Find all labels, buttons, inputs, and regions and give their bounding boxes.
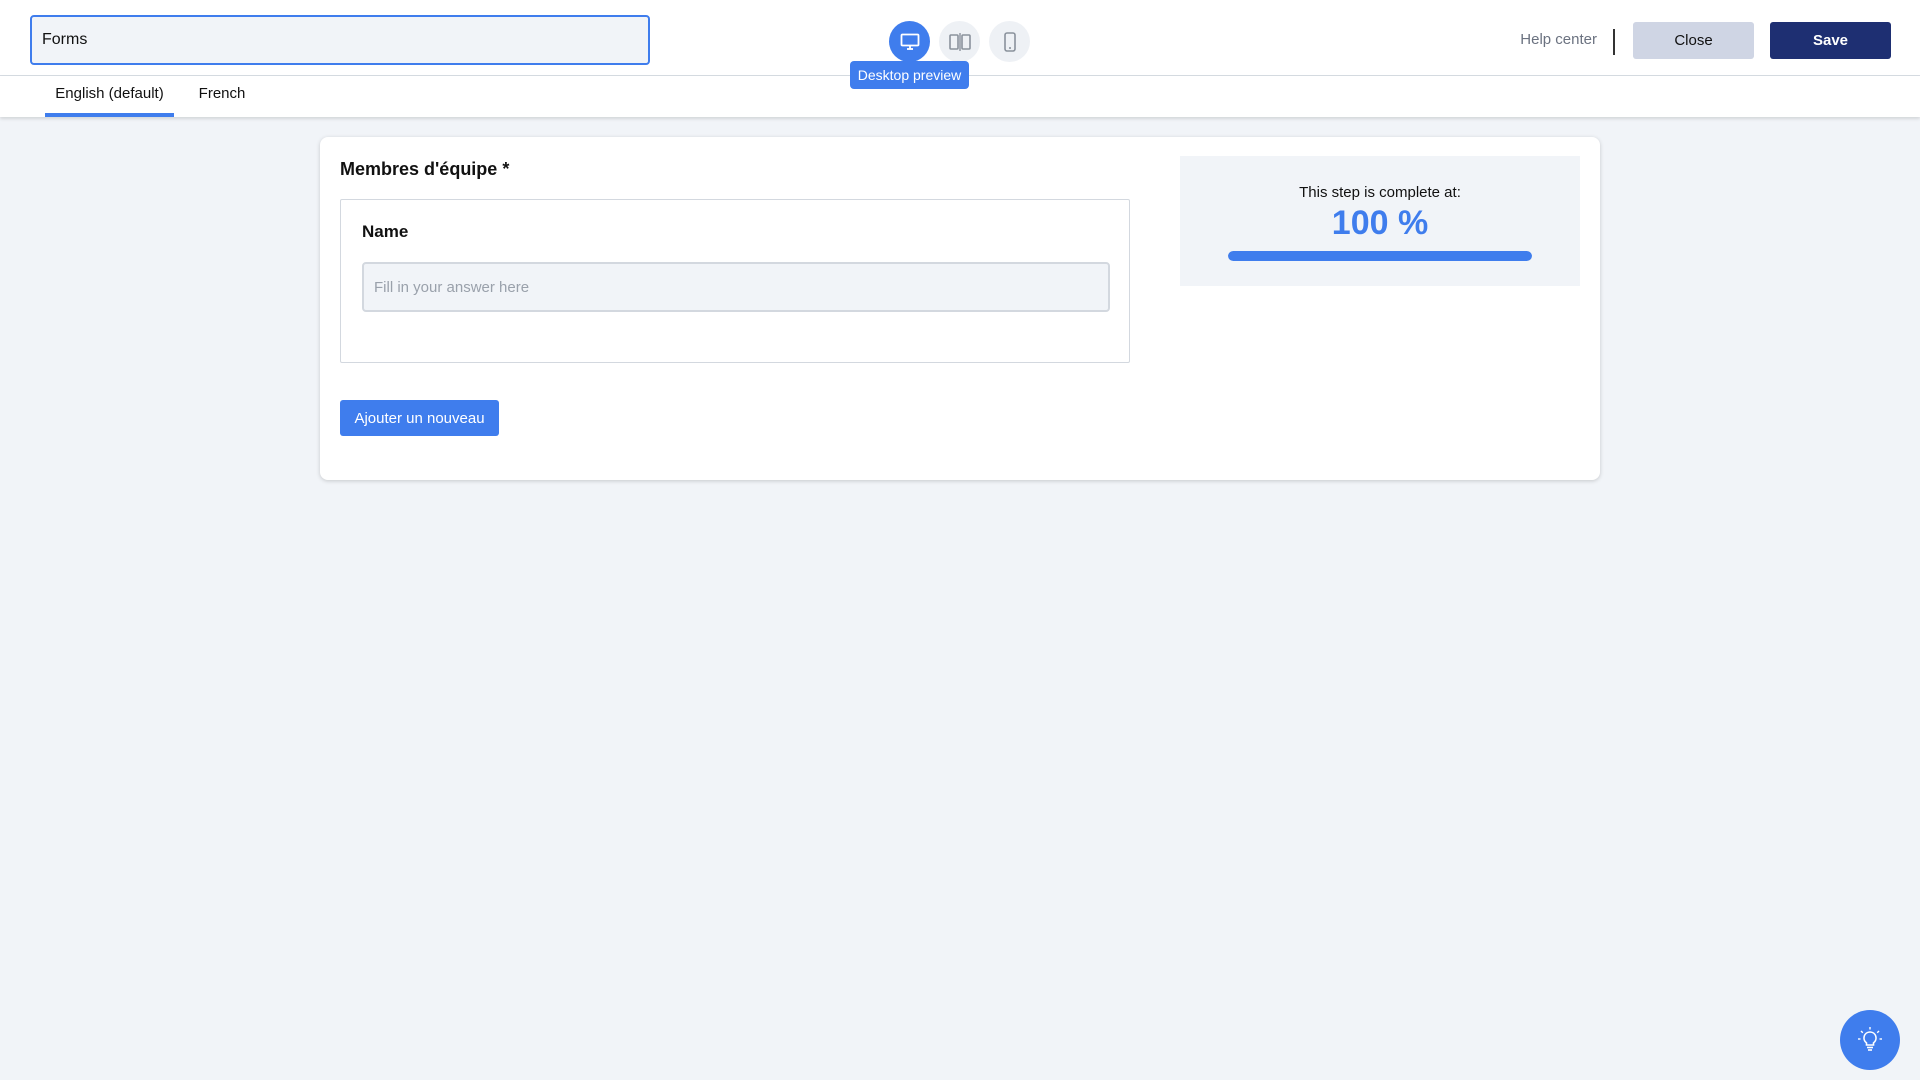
- tab-french[interactable]: French: [189, 76, 255, 117]
- name-field-group: Name: [340, 199, 1130, 363]
- progress-value: 100 %: [1331, 204, 1429, 242]
- split-view-icon: [948, 32, 971, 51]
- tab-english[interactable]: English (default): [45, 76, 174, 117]
- mobile-preview-button[interactable]: [989, 21, 1030, 62]
- form-title-input[interactable]: [30, 15, 650, 65]
- add-new-button[interactable]: Ajouter un nouveau: [340, 400, 499, 436]
- step-progress-panel: This step is complete at: 100 %: [1180, 156, 1580, 286]
- field-label: Name: [362, 222, 409, 241]
- form-step-card: Membres d'équipe * Name Ajouter un nouve…: [320, 137, 1600, 480]
- help-center-link[interactable]: Help center: [1520, 31, 1597, 48]
- header-divider: [1613, 29, 1615, 55]
- desktop-icon: [900, 33, 919, 50]
- progress-bar-fill: [1228, 251, 1532, 261]
- save-button[interactable]: Save: [1770, 22, 1891, 59]
- section-title: Membres d'équipe *: [340, 159, 510, 179]
- progress-bar-track: [1228, 251, 1532, 261]
- split-preview-button[interactable]: [939, 21, 980, 62]
- desktop-preview-tooltip: Desktop preview: [850, 61, 969, 89]
- mobile-icon: [1003, 31, 1016, 52]
- name-answer-input[interactable]: [362, 262, 1110, 312]
- desktop-preview-button[interactable]: [889, 21, 930, 62]
- lightbulb-icon: [1858, 1027, 1882, 1051]
- tips-button[interactable]: [1840, 1010, 1900, 1070]
- progress-caption: This step is complete at:: [1299, 184, 1461, 201]
- close-button[interactable]: Close: [1633, 22, 1754, 59]
